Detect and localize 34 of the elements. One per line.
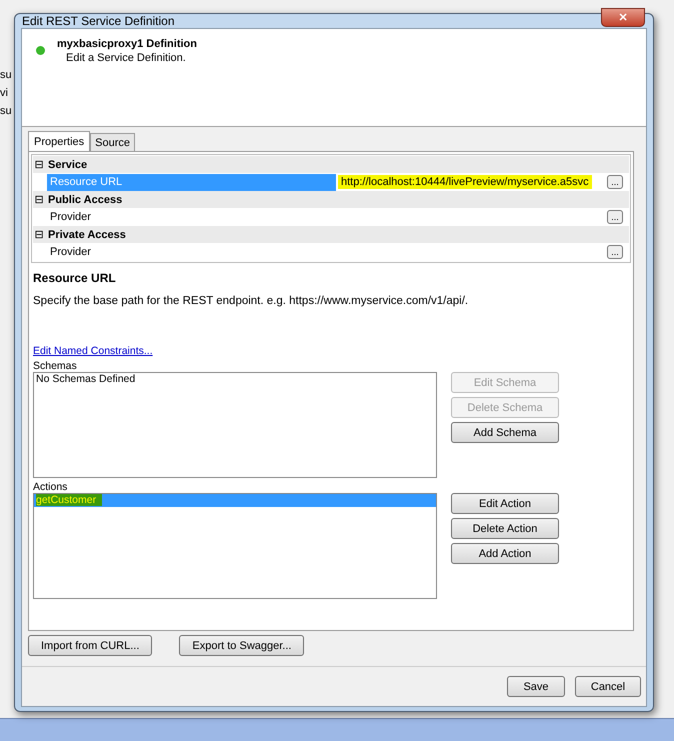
window-title: Edit REST Service Definition [22,14,175,28]
footer-button[interactable]: Import from CURL... [28,635,152,656]
ellipsis-button[interactable]: ... [607,245,623,259]
list-item[interactable]: No Schemas Defined [34,373,436,386]
ellipsis-button[interactable]: ... [607,210,623,224]
category-label: Public Access [48,194,122,206]
dialog-button[interactable]: Cancel [575,676,641,697]
background-text: vi [0,86,9,100]
property-name[interactable]: Provider [47,208,336,226]
background-text: su [0,104,12,118]
collapse-toggle[interactable]: ⊟ [33,158,45,171]
edit-constraints-link[interactable]: Edit Named Constraints... [33,345,629,357]
section-label: Schemas [33,360,78,372]
tab[interactable]: Properties [28,131,90,151]
definition-title: myxbasicproxy1 Definition [57,38,197,50]
ellipsis-button[interactable]: ... [607,175,623,189]
description-title: Resource URL [33,271,117,285]
list-button[interactable]: Add Action [451,543,559,564]
property-value: http://localhost:10444/livePreview/myservice.a5svc [338,175,592,189]
footer-button[interactable]: Export to Swagger... [179,635,304,656]
background-text: su [0,68,12,82]
dialog-button[interactable]: Save [507,676,565,697]
tab[interactable]: Source [90,133,135,151]
list-button[interactable]: Add Schema [451,422,559,443]
definition-subtitle: Edit a Service Definition. [66,52,187,64]
category-label: Private Access [48,228,126,240]
section-label: Actions [33,481,68,493]
list-button[interactable]: Edit Action [451,493,559,514]
collapse-toggle[interactable]: ⊟ [33,193,45,206]
property-name[interactable]: Provider [47,244,336,260]
description-text: Specify the base path for the REST endpoint. e.g. https://www.myservice.com/v1/api/. [33,295,470,307]
collapse-toggle[interactable]: ⊟ [33,228,45,241]
category-label: Service [48,158,88,170]
list-button[interactable]: Delete Action [451,518,559,539]
